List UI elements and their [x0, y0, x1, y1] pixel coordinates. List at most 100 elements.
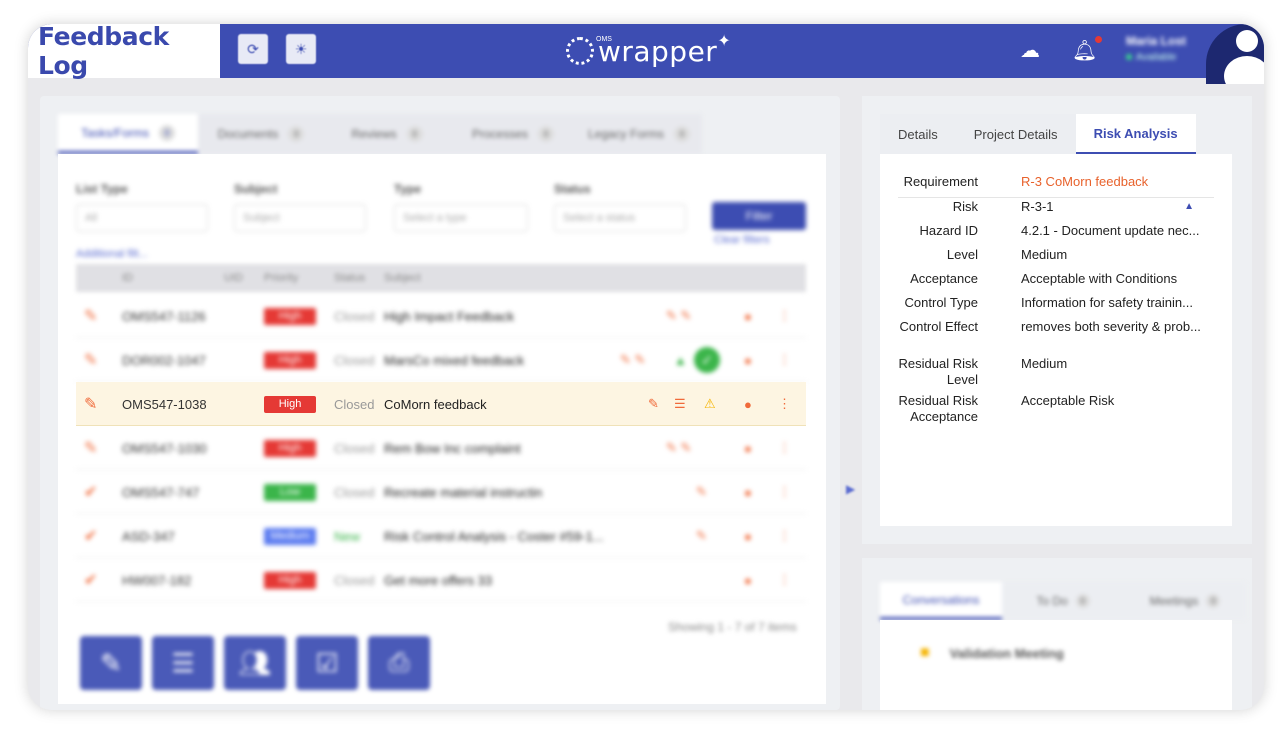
field-residual-risk-acceptance: Residual Risk Acceptance Acceptable Risk [898, 393, 1214, 427]
col-status[interactable]: Status [334, 272, 365, 284]
row-id: DOR002-1047 [122, 352, 206, 368]
additional-filters-link[interactable]: Additional filt... [76, 248, 148, 260]
kebab-menu-icon[interactable]: ⋮ [778, 338, 791, 382]
workflow-button[interactable]: ☰ [152, 636, 214, 690]
eye-icon[interactable]: ● [744, 426, 752, 470]
new-form-button[interactable]: ✎ [80, 636, 142, 690]
list-flow-icon[interactable]: ☰ [674, 382, 686, 426]
field-residual-risk-level: Residual Risk Level Medium [898, 356, 1214, 390]
subject-input[interactable]: Subject [234, 204, 366, 232]
eye-icon[interactable]: ● [744, 514, 752, 558]
eye-icon[interactable]: ● [744, 558, 752, 602]
field-key: Control Type [904, 295, 978, 310]
col-priority[interactable]: Priority [264, 272, 298, 284]
approve-button[interactable]: ☑ [296, 636, 358, 690]
tab-to-do[interactable]: To Do 0 [1002, 582, 1124, 620]
table-row[interactable]: ✔ ASD-347 Medium New Risk Control Analys… [76, 514, 806, 558]
action-buttons: ✎ ☰ 👥︎ ☑ ⎙ [80, 636, 430, 690]
eye-icon[interactable]: ● [744, 382, 752, 426]
bell-icon[interactable]: 🔔︎ [1072, 38, 1097, 63]
tab-meetings[interactable]: Meetings 0 [1124, 582, 1246, 620]
edit-form-icon[interactable]: ✎ ✎ [666, 426, 691, 470]
edit-form-icon[interactable]: ✎ ✎ [620, 338, 645, 382]
edit-form-icon[interactable]: ✎ [696, 514, 707, 558]
row-subject: Get more offers 33 [384, 572, 493, 588]
lightbulb-icon: ☀ [294, 40, 308, 57]
tab-legacy-forms[interactable]: Legacy Forms 0 [576, 114, 702, 154]
collapse-up-icon[interactable]: ▲ [1184, 201, 1194, 212]
kebab-menu-icon[interactable]: ⋮ [778, 382, 791, 426]
refresh-button[interactable]: ⟳ [238, 34, 268, 64]
print-button[interactable]: ⎙ [368, 636, 430, 690]
cloud-upload-icon[interactable]: ☁ [1020, 38, 1040, 63]
check-icon: ✔ [84, 572, 98, 589]
filter-button[interactable]: Filter [712, 202, 806, 230]
avatar[interactable] [1206, 24, 1264, 84]
eye-icon[interactable]: ● [744, 338, 752, 382]
tab-risk-analysis[interactable]: Risk Analysis [1075, 114, 1196, 154]
row-id: OMS547-1038 [122, 396, 207, 412]
table-row[interactable]: ✎ OMS547-1030 High Closed Rem Bow Inc co… [76, 426, 806, 470]
list-type-select[interactable]: All [76, 204, 208, 232]
tab-tasks-forms[interactable]: Tasks/Forms 0 [58, 114, 198, 154]
priority-badge: High [264, 395, 316, 413]
eye-icon[interactable]: ● [744, 470, 752, 514]
kebab-menu-icon[interactable]: ⋮ [778, 426, 791, 470]
clear-filters-link[interactable]: Clear filters [714, 234, 770, 246]
tab-count: 0 [1075, 594, 1090, 608]
kebab-menu-icon[interactable]: ⋮ [778, 470, 791, 514]
table-row[interactable]: ✔ OMS547-747 Low Closed Recreate materia… [76, 470, 806, 514]
priority-cell: Medium [264, 514, 316, 558]
logo-mark-icon [566, 37, 594, 65]
field-control-effect: Control Effect removes both severity & p… [898, 319, 1214, 353]
kebab-menu-icon[interactable]: ⋮ [778, 294, 791, 338]
tab-label: To Do [1036, 594, 1068, 608]
col-subject[interactable]: Subject [384, 272, 421, 284]
tab-reviews[interactable]: Reviews 0 [324, 114, 450, 154]
type-select[interactable]: Select a type [394, 204, 528, 232]
kebab-menu-icon[interactable]: ⋮ [778, 514, 791, 558]
meeting-icon: ■ [920, 644, 930, 661]
row-status: Closed [334, 484, 375, 500]
table-row-selected[interactable]: ✎ OMS547-1038 High Closed CoMorn feedbac… [76, 382, 806, 426]
kebab-menu-icon[interactable]: ⋮ [778, 558, 791, 602]
tab-label: Processes [471, 127, 529, 141]
details-panel: Details Project Details Risk Analysis Re… [862, 96, 1252, 544]
users-button[interactable]: 👥︎ [224, 636, 286, 690]
requirement-link[interactable]: R-3 CoMorn feedback [1021, 174, 1201, 190]
col-id[interactable]: ID [122, 272, 133, 284]
app-logo: OMS wrapper ✦ [566, 33, 731, 68]
app-window: Feedback Log ⟳ ☀ OMS wrapper ✦ ☁ 🔔︎ Mari… [28, 24, 1264, 710]
col-uid[interactable]: UID [224, 272, 243, 284]
edit-icon[interactable]: ✎ [696, 470, 707, 514]
edit-form-icon[interactable]: ✎ ✎ [666, 294, 691, 338]
row-subject: High Impact Feedback [384, 308, 515, 324]
status-select[interactable]: Select a status [554, 204, 686, 232]
printer-icon: ⎙ [388, 647, 410, 677]
tab-label: Conversations [902, 592, 980, 607]
edit-form-icon[interactable]: ✎ [648, 382, 659, 426]
field-value: R-3-1 [1021, 199, 1054, 214]
user-info[interactable]: Maria Lost Available [1126, 34, 1186, 63]
row-subject: Rem Bow Inc complaint [384, 440, 521, 456]
tab-project-details[interactable]: Project Details [956, 114, 1076, 154]
table-row[interactable]: ✎ OMS547-1126 High Closed High Impact Fe… [76, 294, 806, 338]
tab-count: 0 [406, 126, 423, 142]
checkbox-icon: ☑ [315, 647, 339, 678]
tab-details[interactable]: Details [880, 114, 956, 154]
table-row[interactable]: ✎ DOR002-1047 High Closed MarsCo mixed f… [76, 338, 806, 382]
list-panel: Tasks/Forms 0 Documents 0 Reviews 0 Process… [40, 96, 840, 710]
list-item[interactable]: ■ Validation Meeting [920, 644, 1064, 662]
form-icon: ✎ [84, 440, 98, 457]
pagination-info: Showing 1 - 7 of 7 items [668, 620, 797, 634]
row-status: Closed [334, 396, 375, 412]
eye-icon[interactable]: ● [744, 294, 752, 338]
tab-conversations[interactable]: Conversations [880, 582, 1002, 620]
row-subject: Risk Control Analysis - Coster #59-1... [384, 528, 604, 544]
tab-label: Meetings [1149, 594, 1199, 608]
collapse-panel-icon[interactable]: ▶ [846, 482, 855, 496]
table-row[interactable]: ✔ HW007-182 High Closed Get more offers … [76, 558, 806, 602]
tab-documents[interactable]: Documents 0 [198, 114, 324, 154]
lightbulb-button[interactable]: ☀ [286, 34, 316, 64]
tab-processes[interactable]: Processes 0 [450, 114, 576, 154]
